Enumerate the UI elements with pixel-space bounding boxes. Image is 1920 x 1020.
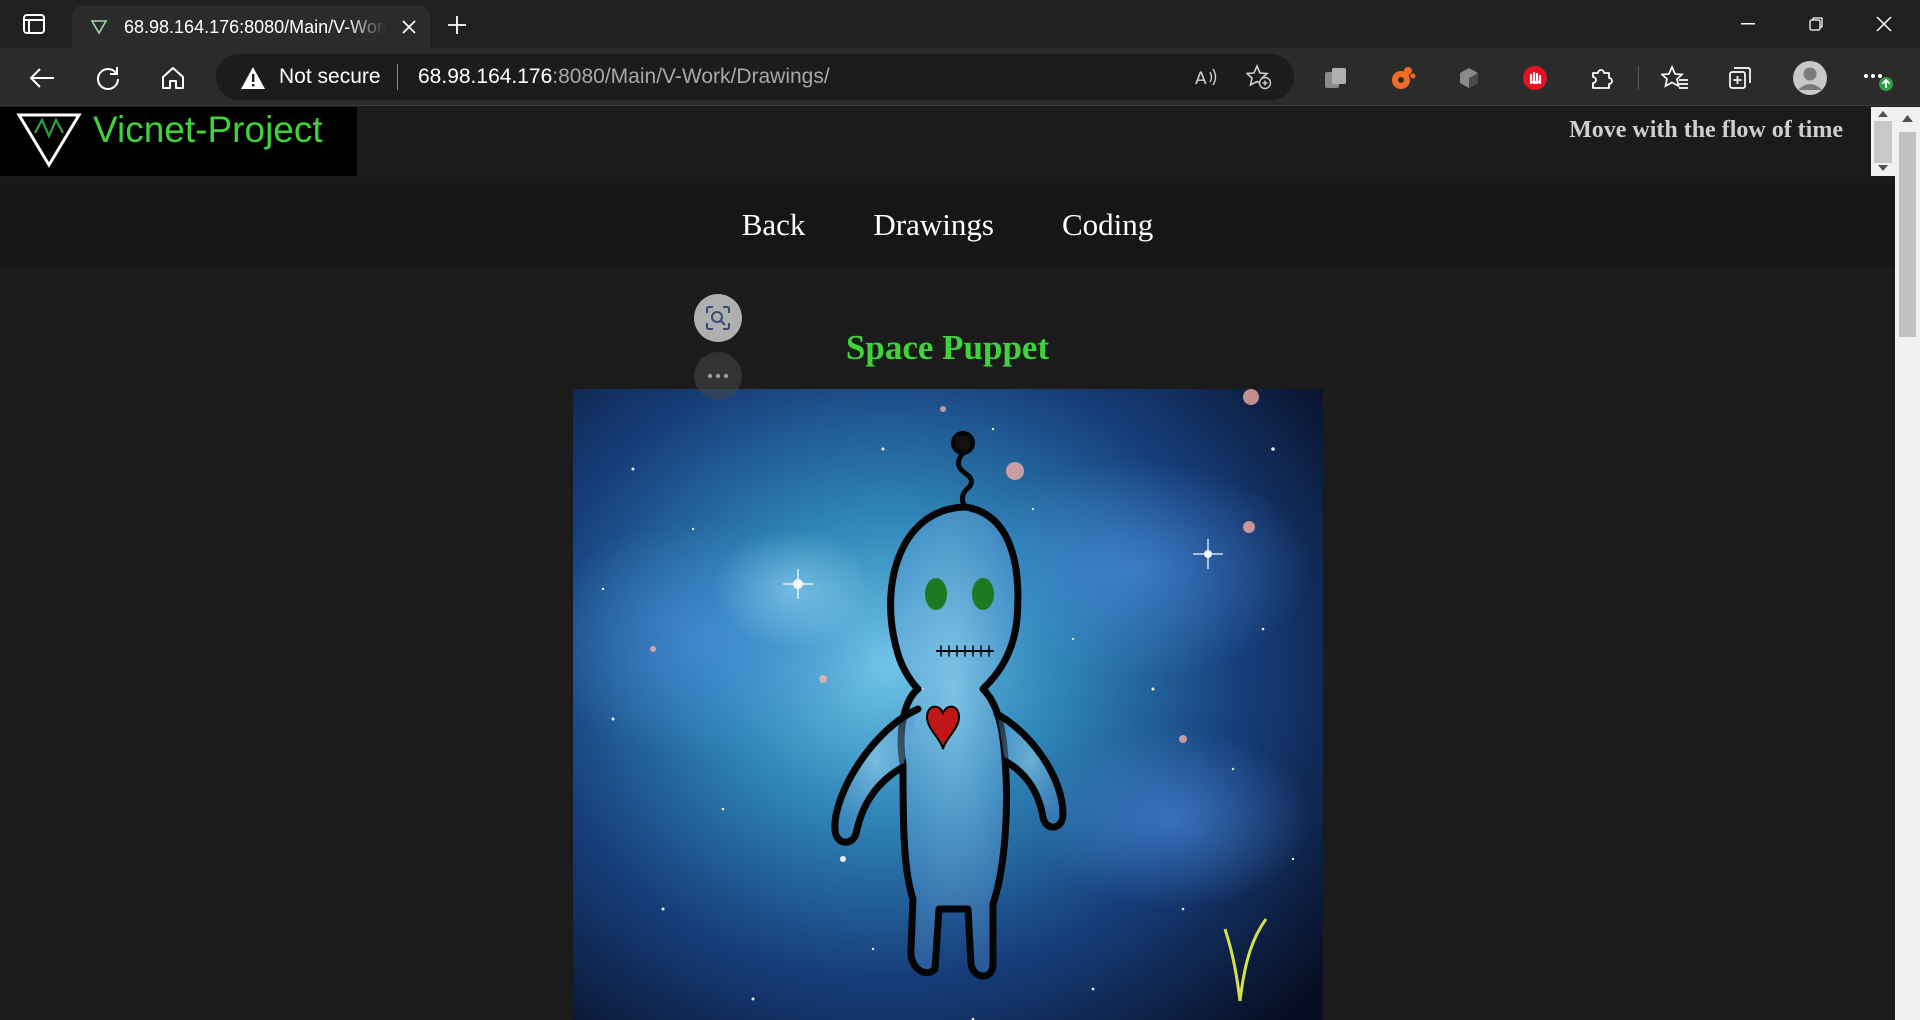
collections-icon[interactable] xyxy=(1720,58,1760,98)
page-scroll-thumb[interactable] xyxy=(1899,132,1916,337)
site-nav: Back Drawings Coding xyxy=(0,183,1895,267)
site-name: Vicnet-Project xyxy=(93,109,323,150)
more-icon[interactable] xyxy=(694,352,742,400)
close-icon[interactable] xyxy=(398,16,420,38)
warning-icon[interactable] xyxy=(240,66,266,90)
refresh-icon[interactable] xyxy=(88,58,128,98)
visual-search-icon[interactable] xyxy=(694,294,742,342)
favorites-icon[interactable] xyxy=(1655,58,1695,98)
artwork-title: Space Puppet xyxy=(845,328,1050,367)
url-path: :8080/Main/V-Work/Drawings/ xyxy=(552,65,830,88)
triangle-logo-icon xyxy=(90,20,108,35)
svg-text:A: A xyxy=(1195,69,1207,88)
plus-icon[interactable] xyxy=(442,10,472,40)
security-label[interactable]: Not secure xyxy=(279,65,381,89)
scroll-down-arrow-icon[interactable] xyxy=(1878,165,1888,171)
nav-coding-link[interactable]: Coding xyxy=(1062,207,1153,243)
profile-avatar[interactable] xyxy=(1788,56,1832,100)
scroll-up-arrow-icon[interactable] xyxy=(1902,115,1913,122)
artwork-image[interactable] xyxy=(573,389,1323,1020)
browser-tab-active[interactable]: 68.98.164.176:8080/Main/V-Work/Drawings/ xyxy=(72,6,430,48)
site-tagline: Move with the flow of time xyxy=(1569,117,1843,143)
extension-blocker-icon[interactable] xyxy=(1515,58,1555,98)
read-aloud-icon[interactable]: A xyxy=(1192,62,1222,92)
url-text[interactable]: 68.98.164.176:8080/Main/V-Work/Drawings/ xyxy=(418,65,830,89)
address-separator xyxy=(397,64,398,90)
home-icon[interactable] xyxy=(153,58,193,98)
triangle-logo-icon xyxy=(16,113,82,168)
tab-actions-icon[interactable] xyxy=(20,12,48,36)
restore-icon[interactable] xyxy=(1782,0,1850,48)
settings-more-icon[interactable] xyxy=(1858,58,1898,98)
extension-cube-icon[interactable] xyxy=(1449,58,1489,98)
minimize-icon[interactable] xyxy=(1714,0,1782,48)
browser-title-bar: 68.98.164.176:8080/Main/V-Work/Drawings/ xyxy=(0,0,1920,48)
toolbar-divider xyxy=(1638,66,1639,90)
extension-orange-icon[interactable] xyxy=(1383,58,1423,98)
web-page: Vicnet-Project Move with the flow of tim… xyxy=(0,107,1895,1020)
tab-title: 68.98.164.176:8080/Main/V-Work/Drawings/ xyxy=(124,16,386,37)
url-host: 68.98.164.176 xyxy=(418,65,553,88)
nav-back-link[interactable]: Back xyxy=(742,207,806,243)
site-brand[interactable]: Vicnet-Project xyxy=(0,107,357,176)
extension-copy-icon[interactable] xyxy=(1316,58,1356,98)
address-bar[interactable]: Not secure 68.98.164.176:8080/Main/V-Wor… xyxy=(216,54,1294,100)
page-scrollbar[interactable] xyxy=(1895,107,1920,1020)
scroll-up-arrow-icon[interactable] xyxy=(1878,111,1888,117)
nav-drawings-link[interactable]: Drawings xyxy=(873,207,994,243)
add-favorite-icon[interactable] xyxy=(1244,62,1274,92)
window-close-icon[interactable] xyxy=(1850,0,1918,48)
tagline-scrollbar[interactable] xyxy=(1871,107,1895,176)
extensions-puzzle-icon[interactable] xyxy=(1582,58,1622,98)
tagline-scroll-thumb[interactable] xyxy=(1874,121,1892,163)
back-arrow-icon[interactable] xyxy=(22,58,62,98)
